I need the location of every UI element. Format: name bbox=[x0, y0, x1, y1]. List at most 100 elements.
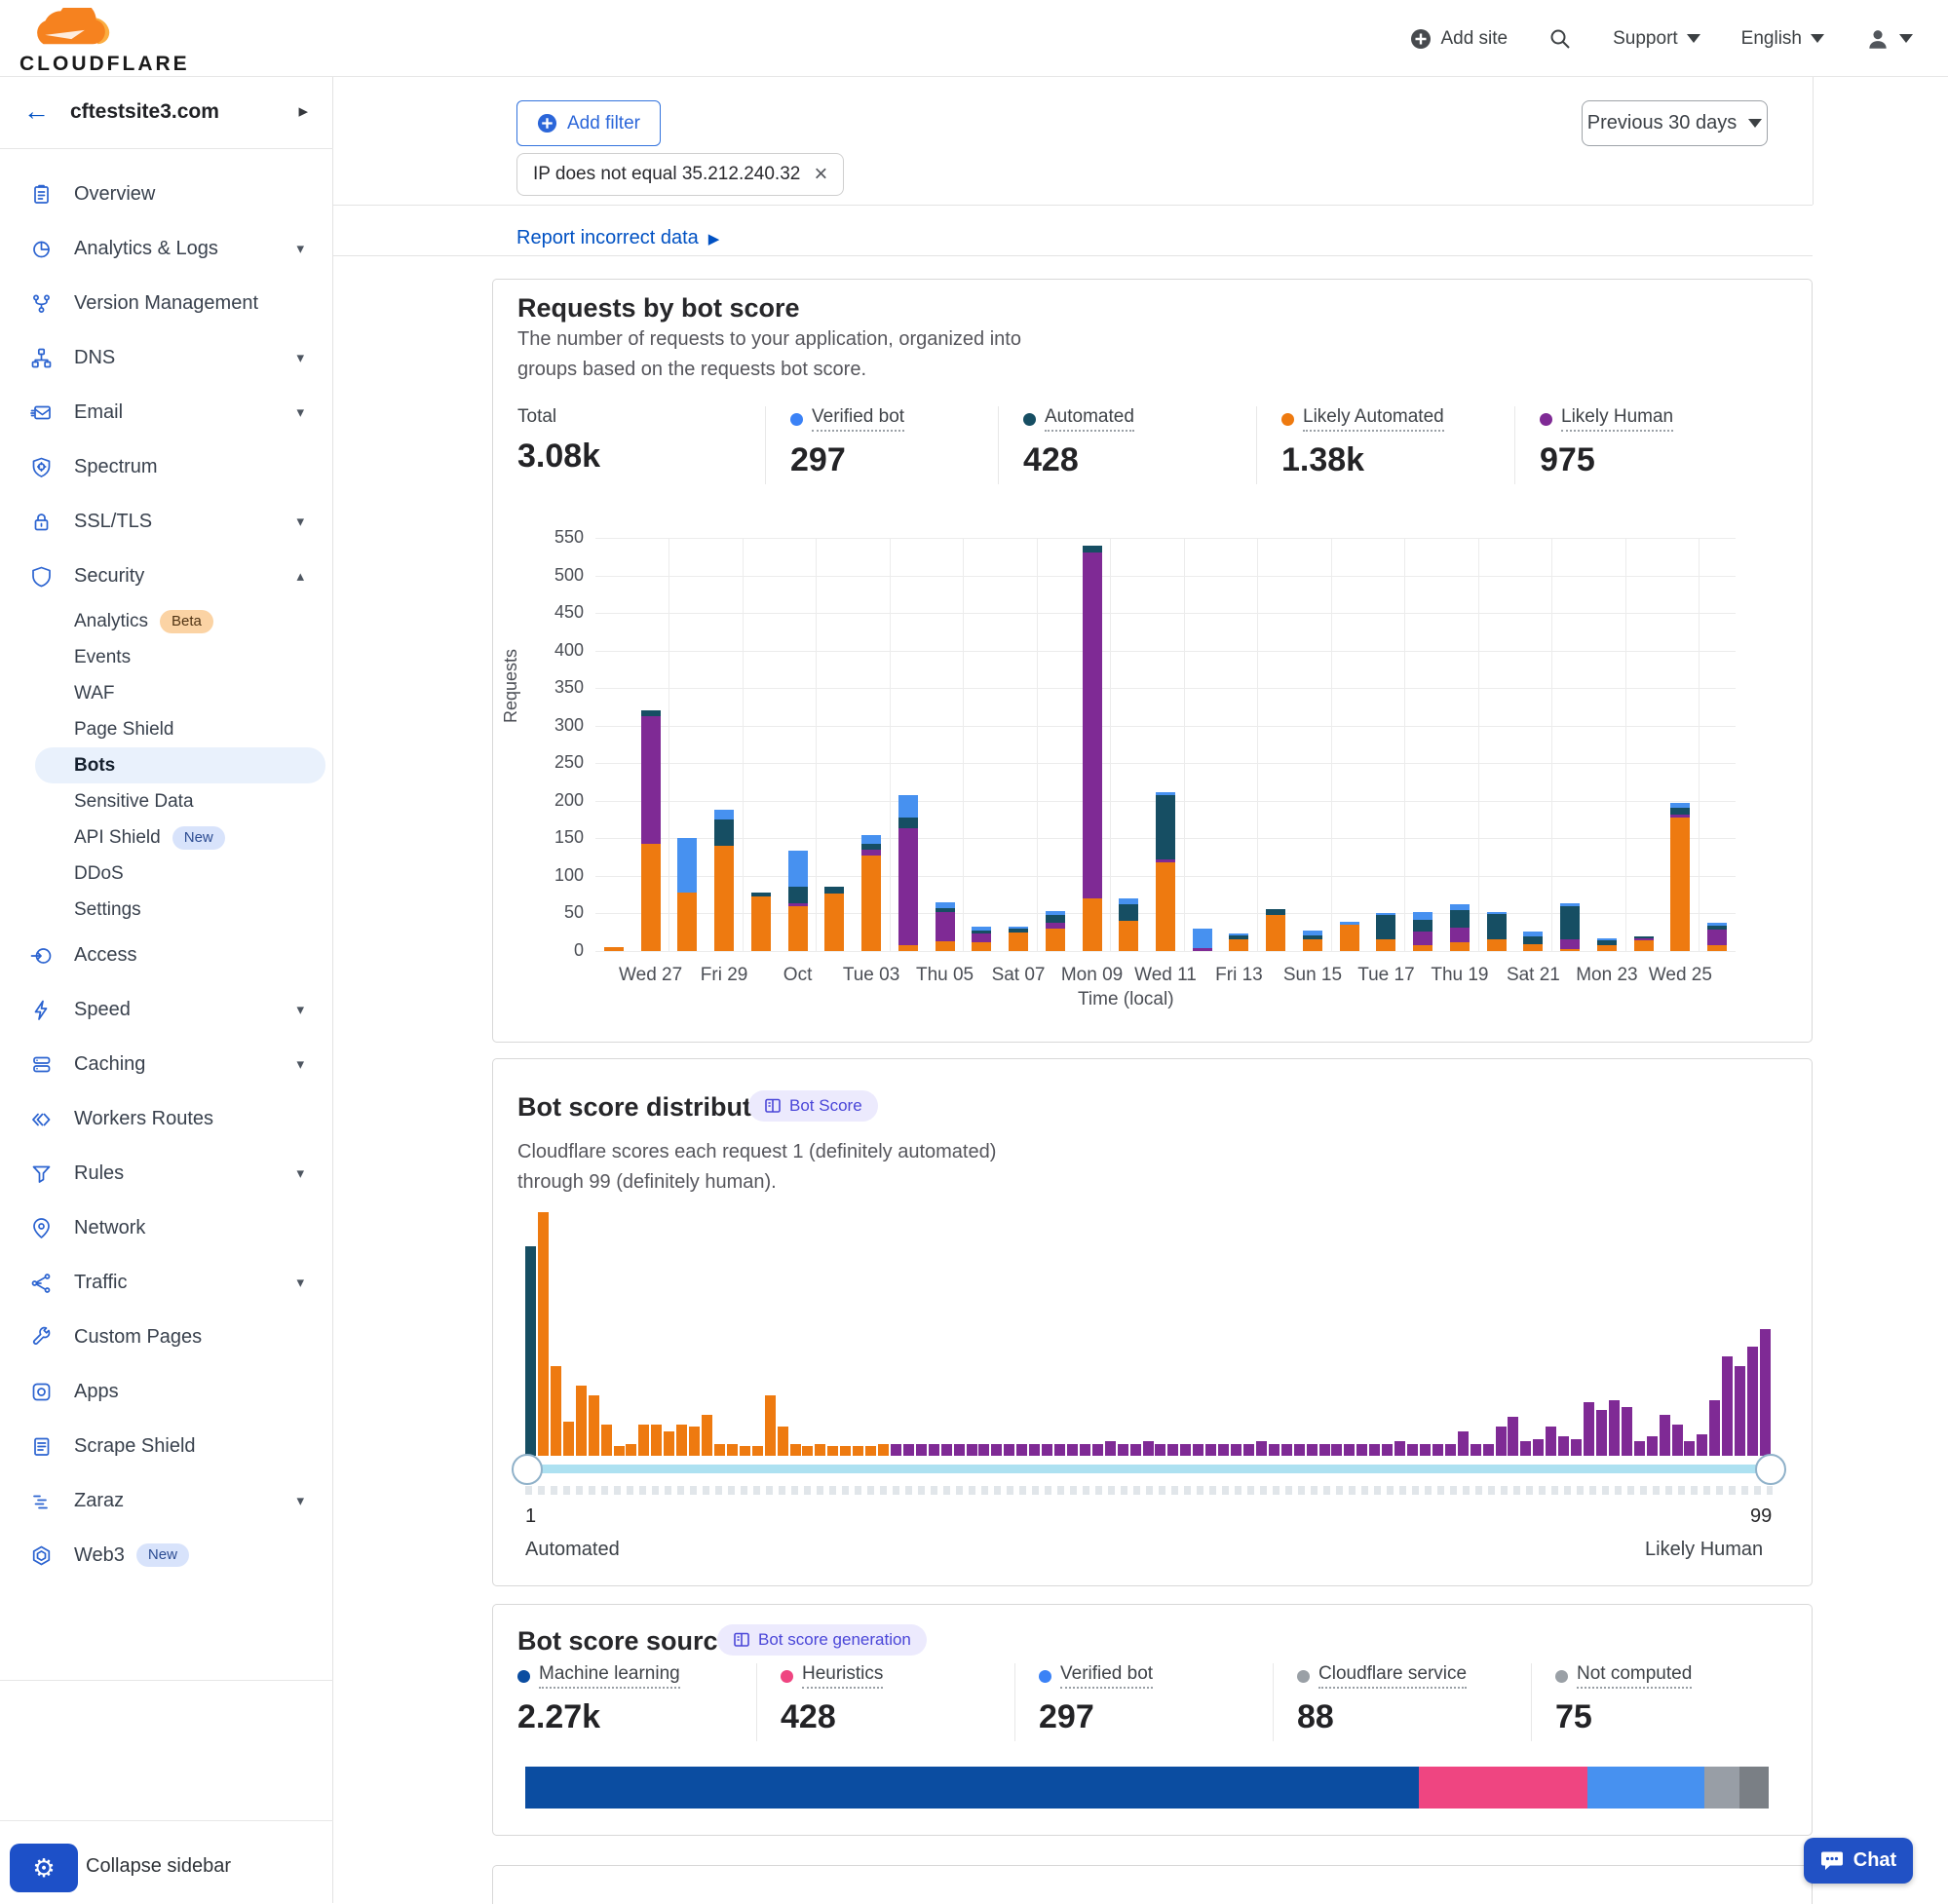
chat-button[interactable]: Chat bbox=[1804, 1838, 1913, 1884]
sidebar-item-workers-routes[interactable]: Workers Routes bbox=[0, 1091, 333, 1146]
histogram-bar-score-78 bbox=[1496, 1427, 1507, 1456]
sidebar-item-traffic[interactable]: Traffic▾ bbox=[0, 1255, 333, 1310]
x-axis-label: Time (local) bbox=[1078, 989, 1174, 1010]
bar-segment-verified-bot bbox=[898, 795, 918, 818]
bar-segment-likely-automated bbox=[1009, 933, 1028, 951]
sidebar-item-speed[interactable]: Speed▾ bbox=[0, 982, 333, 1037]
filter-chip[interactable]: IP does not equal 35.212.240.32 × bbox=[516, 153, 844, 196]
bar-segment-likely-automated bbox=[1266, 915, 1285, 951]
sidebar-gear-button[interactable]: ⚙ bbox=[10, 1844, 78, 1892]
sidebar-item-ssl-tls[interactable]: SSL/TLS▾ bbox=[0, 494, 333, 549]
traffic-icon bbox=[30, 1272, 53, 1294]
sidebar-item-ddos[interactable]: DDoS bbox=[0, 856, 333, 892]
sidebar-item-web3[interactable]: Web3New bbox=[0, 1528, 333, 1582]
bot-score-generation-doc-badge[interactable]: Bot score generation bbox=[717, 1624, 927, 1656]
bar-segment-verified-bot bbox=[1340, 922, 1359, 925]
gridline bbox=[595, 613, 1736, 614]
language-menu[interactable]: English bbox=[1741, 28, 1824, 50]
sidebar-item-overview[interactable]: Overview bbox=[0, 167, 333, 221]
stat-label[interactable]: Heuristics bbox=[781, 1663, 883, 1689]
sidebar-item-apps[interactable]: Apps bbox=[0, 1364, 333, 1419]
histogram-bar-score-80 bbox=[1520, 1441, 1531, 1456]
account-menu[interactable] bbox=[1865, 26, 1913, 52]
card-description: Cloudflare scores each request 1 (defini… bbox=[517, 1137, 996, 1198]
sidebar-item-security[interactable]: Security▴ bbox=[0, 549, 333, 603]
stat-label[interactable]: Automated bbox=[1023, 406, 1134, 432]
sidebar-item-events[interactable]: Events bbox=[0, 639, 333, 675]
gridline bbox=[1331, 538, 1332, 951]
histogram-bar-score-70 bbox=[1394, 1441, 1405, 1456]
stat-label: Total bbox=[517, 406, 600, 428]
stat-label[interactable]: Verified bot bbox=[790, 406, 904, 432]
histogram-bar-score-59 bbox=[1256, 1441, 1267, 1456]
analytics-icon bbox=[30, 238, 53, 260]
sidebar-item-rules[interactable]: Rules▾ bbox=[0, 1146, 333, 1200]
bar-segment-likely-automated bbox=[604, 947, 624, 951]
stat-label[interactable]: Likely Human bbox=[1540, 406, 1673, 432]
sidebar-item-analytics-logs[interactable]: Analytics & Logs▾ bbox=[0, 221, 333, 276]
slider-handle-min[interactable] bbox=[512, 1454, 543, 1485]
histogram-bar-score-82 bbox=[1546, 1427, 1556, 1456]
sidebar-item-spectrum[interactable]: Spectrum bbox=[0, 439, 333, 494]
cloudflare-cloud-icon bbox=[19, 8, 127, 51]
histogram-bar-score-36 bbox=[967, 1444, 977, 1457]
support-menu[interactable]: Support bbox=[1613, 28, 1700, 50]
sidebar-item-dns[interactable]: DNS▾ bbox=[0, 330, 333, 385]
doc-icon bbox=[764, 1097, 782, 1115]
slider-handle-max[interactable] bbox=[1755, 1454, 1786, 1485]
sidebar-item-network[interactable]: Network bbox=[0, 1200, 333, 1255]
search-button[interactable] bbox=[1548, 27, 1572, 51]
histogram-bar-score-58 bbox=[1243, 1444, 1254, 1457]
version-icon bbox=[30, 292, 53, 315]
sidebar-item-analytics[interactable]: AnalyticsBeta bbox=[0, 603, 333, 639]
bot-score-doc-badge[interactable]: Bot Score bbox=[748, 1090, 878, 1122]
sidebar-item-settings[interactable]: Settings bbox=[0, 892, 333, 928]
sidebar-item-custom-pages[interactable]: Custom Pages bbox=[0, 1310, 333, 1364]
add-site-button[interactable]: Add site bbox=[1410, 28, 1508, 50]
bar-segment-automated bbox=[1707, 926, 1727, 931]
histogram-bar-score-47 bbox=[1105, 1441, 1116, 1456]
bot-score-histogram bbox=[525, 1212, 1773, 1456]
bar-segment-likely-automated bbox=[1707, 945, 1727, 951]
report-incorrect-data-link[interactable]: Report incorrect data▶ bbox=[516, 227, 719, 249]
cloudflare-logo[interactable]: CLOUDFLARE bbox=[19, 8, 214, 56]
histogram-bar-score-95 bbox=[1709, 1400, 1720, 1457]
sidebar-item-email[interactable]: Email▾ bbox=[0, 385, 333, 439]
legend-dot bbox=[1039, 1670, 1051, 1683]
histogram-bar-score-53 bbox=[1180, 1444, 1191, 1457]
bar-segment-automated bbox=[1046, 915, 1065, 923]
site-expand-icon[interactable]: ▸ bbox=[298, 100, 308, 123]
sidebar-item-version-management[interactable]: Version Management bbox=[0, 276, 333, 330]
stat-label[interactable]: Verified bot bbox=[1039, 1663, 1153, 1689]
sidebar-item-page-shield[interactable]: Page Shield bbox=[0, 711, 333, 747]
histogram-bar-score-16 bbox=[714, 1444, 725, 1457]
back-arrow-icon[interactable]: ← bbox=[23, 96, 50, 127]
score-range-slider-track[interactable] bbox=[525, 1465, 1773, 1473]
bar-segment-likely-human bbox=[641, 716, 661, 844]
stat-label[interactable]: Likely Automated bbox=[1281, 406, 1444, 432]
divider bbox=[765, 406, 766, 484]
dns-icon bbox=[30, 347, 53, 369]
chevron-down-icon: ▾ bbox=[296, 513, 304, 530]
x-tick-label: Thu 19 bbox=[1431, 965, 1488, 986]
sidebar-item-waf[interactable]: WAF bbox=[0, 675, 333, 711]
sidebar-item-caching[interactable]: Caching▾ bbox=[0, 1037, 333, 1091]
sidebar-item-zaraz[interactable]: Zaraz▾ bbox=[0, 1473, 333, 1528]
bar-segment-likely-automated bbox=[1303, 939, 1322, 951]
sidebar-item-api-shield[interactable]: API ShieldNew bbox=[0, 819, 333, 856]
stat-label[interactable]: Machine learning bbox=[517, 1663, 680, 1689]
date-range-selector[interactable]: Previous 30 days bbox=[1582, 100, 1768, 146]
sidebar-item-scrape-shield[interactable]: Scrape Shield bbox=[0, 1419, 333, 1473]
bar-segment-automated bbox=[1119, 904, 1138, 921]
stat-heuristics: Heuristics428 bbox=[781, 1663, 883, 1736]
histogram-bar-score-21 bbox=[778, 1427, 788, 1456]
collapse-sidebar-button[interactable]: Collapse sidebar bbox=[86, 1855, 231, 1878]
rules-icon bbox=[30, 1162, 53, 1185]
stat-label[interactable]: Cloudflare service bbox=[1297, 1663, 1467, 1689]
stat-label[interactable]: Not computed bbox=[1555, 1663, 1692, 1689]
sidebar-item-bots[interactable]: Bots bbox=[35, 747, 325, 783]
add-filter-button[interactable]: Add filter bbox=[516, 100, 661, 146]
sidebar-item-sensitive-data[interactable]: Sensitive Data bbox=[0, 783, 333, 819]
sidebar-item-access[interactable]: Access bbox=[0, 928, 333, 982]
remove-filter-icon[interactable]: × bbox=[814, 163, 827, 186]
